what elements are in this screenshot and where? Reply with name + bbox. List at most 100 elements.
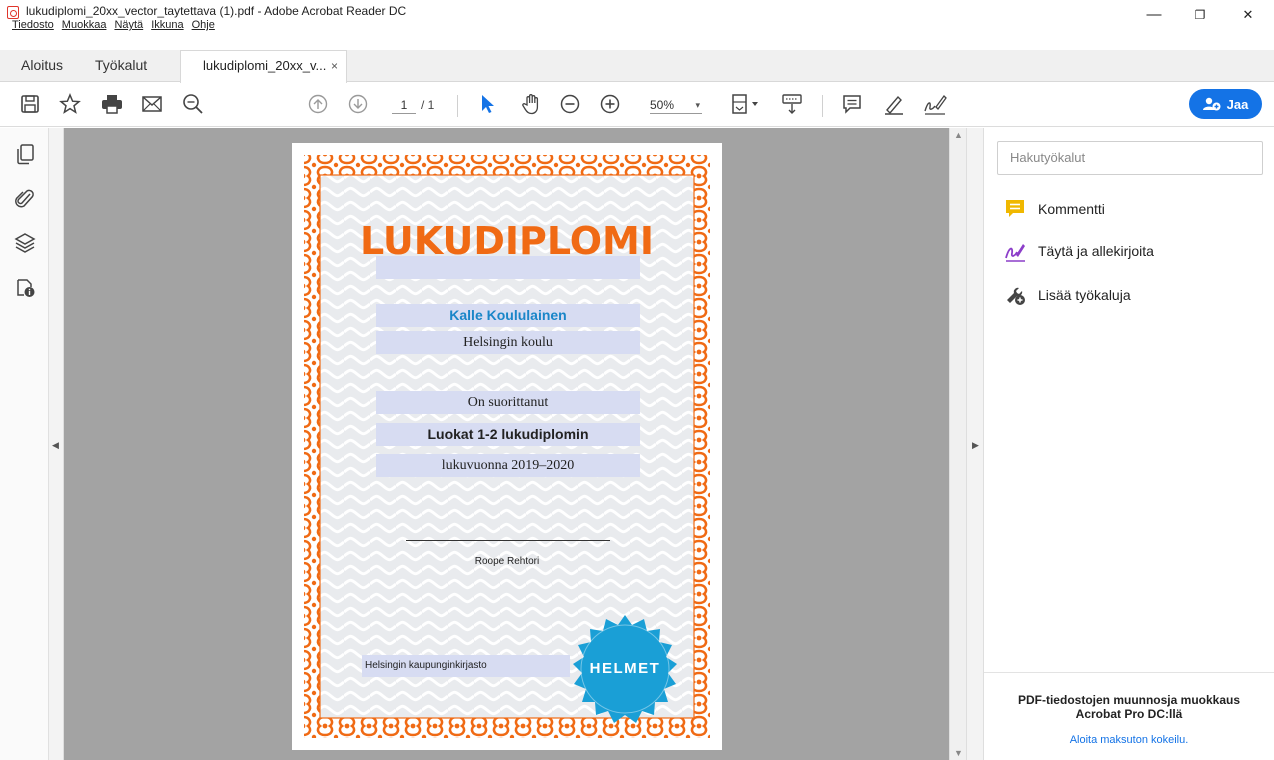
sign-tool-button[interactable] [922,91,948,117]
close-window-button[interactable]: ✕ [1228,4,1268,26]
tool-fill-sign[interactable]: Täytä ja allekirjoita [1004,239,1154,263]
tool-more-tools[interactable]: Lisää työkaluja [1004,283,1131,307]
menu-edit[interactable]: Muokkaa [62,19,107,31]
completed-field[interactable]: On suorittanut [376,391,640,414]
tool-search-input[interactable]: Hakutyökalut [997,141,1263,175]
helmet-badge-text: HELMET [589,660,661,677]
email-button[interactable] [140,91,164,117]
keyboard-scroll-icon [782,94,802,114]
next-page-button[interactable] [346,91,370,117]
school-year-field[interactable]: lukuvuonna 2019–2020 [376,454,640,477]
school-field[interactable]: Helsingin koulu [376,331,640,354]
scroll-mode-button[interactable] [780,91,804,117]
save-button[interactable] [18,91,42,117]
tab-row: Aloitus Työkalut lukudiplomi_20xx_v... × [0,50,1274,83]
comment-icon [843,95,861,114]
menu-help[interactable]: Ohje [192,19,215,31]
student-name-field[interactable]: Kalle Koululainen [376,304,640,327]
fit-page-button[interactable] [728,91,762,117]
zoom-out-button[interactable] [558,91,582,117]
tool-comment[interactable]: Kommentti [1004,197,1105,221]
share-label: Jaa [1226,96,1249,112]
main-toolbar: 1 / 1 50% ▾ [0,83,1274,127]
print-button[interactable] [100,91,124,117]
prev-page-button[interactable] [306,91,330,117]
fill-sign-icon [1005,244,1025,262]
signature-line [406,540,610,541]
layers-button[interactable] [14,232,36,254]
more-tools-icon [1007,287,1025,305]
file-info-button[interactable] [14,276,36,298]
attachments-button[interactable] [14,188,36,210]
chevron-right-icon: ▶ [972,440,979,450]
minus-circle-icon [560,94,580,114]
comment-icon [1006,200,1024,217]
save-icon [21,95,39,113]
tab-home[interactable]: Aloitus [21,50,63,82]
pages-icon [17,144,34,165]
find-button[interactable] [180,91,206,117]
layers-icon [14,233,36,253]
highlight-tool-button[interactable] [882,91,906,117]
tab-tools[interactable]: Työkalut [95,50,147,82]
share-button[interactable]: Jaa [1189,89,1262,119]
promo-line-1: PDF-tiedostojen muunnosja muokkaus [1017,693,1241,707]
arrow-down-circle-icon [348,94,368,114]
promo-line-2: Acrobat Pro DC:llä [1075,707,1183,721]
envelope-icon [142,96,162,112]
tool-fill-sign-label: Täytä ja allekirjoita [1038,243,1154,259]
tab-close-icon[interactable]: × [331,51,338,81]
hand-icon [522,94,539,115]
toolbar-divider [457,95,458,117]
document-lock-info-icon [17,279,35,297]
star-icon [59,93,81,114]
vertical-scrollbar[interactable]: ▲ ▼ [949,128,966,760]
arrow-up-circle-icon [308,94,328,114]
select-tool-button[interactable] [476,91,498,117]
pdf-page: LUKUDIPLOMI Kalle Koululainen Helsingin … [292,143,722,750]
tool-more-tools-label: Lisää työkaluja [1038,287,1131,303]
paperclip-icon [15,189,34,208]
tab-document-label: lukudiplomi_20xx_v... [203,58,327,73]
signer-name: Roope Rehtori [474,556,540,567]
add-user-icon [1202,97,1221,111]
signature-pen-icon [924,95,947,115]
panel-divider [984,672,1274,673]
fit-page-icon [732,94,758,114]
free-trial-link[interactable]: Aloita maksuton kokeilu. [984,734,1274,746]
tool-comment-label: Kommentti [1038,201,1105,217]
chevron-down-icon: ▾ [695,100,700,110]
right-pane-toggle[interactable]: ▶ [966,128,984,760]
chevron-left-icon: ◀ [52,440,59,450]
plus-circle-icon [600,94,620,114]
minimize-button[interactable]: — [1134,4,1174,26]
scroll-up-icon[interactable]: ▲ [954,130,963,140]
comment-tool-button[interactable] [840,91,864,117]
left-pane-toggle[interactable]: ◀ [49,128,64,760]
scroll-down-icon[interactable]: ▼ [954,748,963,758]
menu-bar: Tiedosto Muokkaa Näytä Ikkuna Ohje [12,19,215,31]
printer-icon [102,95,122,114]
zoom-in-button[interactable] [598,91,622,117]
diploma-level-field[interactable]: Luokat 1-2 lukudiplomin [376,423,640,446]
hand-tool-button[interactable] [520,91,544,117]
library-field[interactable]: Helsingin kaupunginkirjasto [362,655,570,677]
page-number-input[interactable]: 1 [392,96,416,114]
page-thumbnails-button[interactable] [14,143,36,165]
title-bar: lukudiplomi_20xx_vector_taytettava (1).p… [0,0,1274,32]
pen-highlight-icon [885,95,903,115]
bookmark-button[interactable] [58,91,82,117]
menu-window[interactable]: Ikkuna [151,19,183,31]
menu-view[interactable]: Näytä [114,19,143,31]
left-navigation-rail [0,128,49,760]
menu-file[interactable]: Tiedosto [12,19,54,31]
subtitle-form-field[interactable] [376,256,640,279]
acrobat-pdf-icon [7,6,19,19]
zoom-level-select[interactable]: 50% ▾ [650,96,702,114]
page-total: / 1 [421,98,435,112]
zoom-level-value: 50% [650,98,675,112]
tools-pane: Hakutyökalut Kommentti Täytä ja allekirj… [984,128,1274,760]
toolbar-divider [822,95,823,117]
restore-button[interactable]: ❐ [1180,4,1220,26]
tab-document[interactable]: lukudiplomi_20xx_v... × [180,50,347,83]
